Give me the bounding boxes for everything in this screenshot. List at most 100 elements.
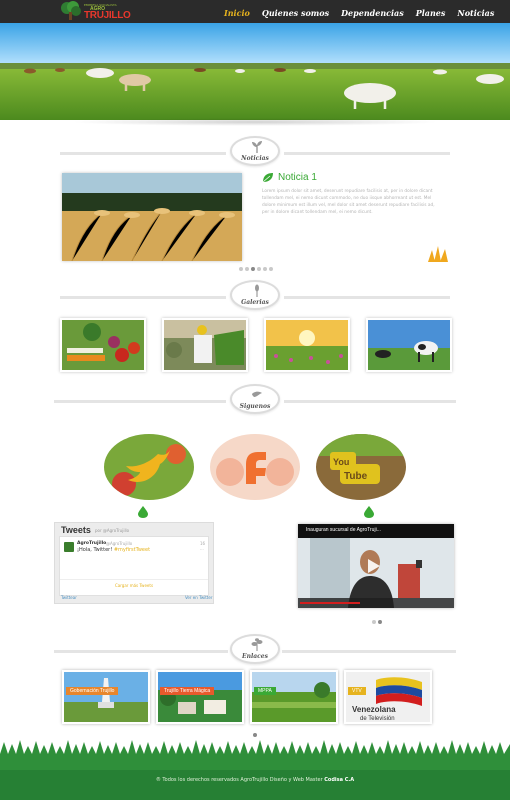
facebook-icon xyxy=(210,434,300,500)
twitter-link[interactable] xyxy=(104,434,194,500)
carousel-dot[interactable] xyxy=(257,267,261,271)
gallery-item-farmer[interactable] xyxy=(162,318,248,372)
links-section-badge: Enlaces xyxy=(230,634,280,664)
svg-text:You: You xyxy=(333,457,349,467)
link-label: Gobernación Trujillo xyxy=(66,687,119,695)
section-divider xyxy=(284,152,450,155)
tweets-by-handle[interactable]: por @AgroTrujillo xyxy=(95,528,129,533)
news-title[interactable]: Noticia 1 xyxy=(278,172,317,183)
news-carousel-dots[interactable] xyxy=(239,267,273,271)
carousel-dot[interactable] xyxy=(251,267,255,271)
wheat-ear-icon xyxy=(255,284,259,297)
link-label: MPPA xyxy=(254,687,276,695)
wheat-field-image xyxy=(62,173,242,261)
footer-brand-link[interactable]: Codisa C.A xyxy=(324,777,354,783)
hero-shadow xyxy=(70,118,440,126)
farmer-image xyxy=(164,320,246,370)
tweet-author[interactable]: AgroTrujillo xyxy=(77,541,106,546)
svg-text:de Televisión: de Televisión xyxy=(360,716,395,722)
gallery-item-sunset-field[interactable] xyxy=(264,318,350,372)
gallery-item-cows[interactable] xyxy=(366,318,452,372)
tweet-text: ¡Hola, Twitter! xyxy=(77,547,114,553)
link-mppa[interactable]: MPPA xyxy=(250,670,338,724)
carousel-dot[interactable] xyxy=(245,267,249,271)
carousel-dot[interactable] xyxy=(239,267,243,271)
social-section-title: Siguenos xyxy=(239,403,271,410)
top-navigation-bar: EMPRESA SOCIALISTA AGRO TRUJILLO Inicio … xyxy=(0,0,510,23)
gallery-section-title: Galerias xyxy=(241,299,269,306)
drop-icon xyxy=(364,506,374,518)
farmland-image xyxy=(252,672,336,722)
monument-image xyxy=(64,672,148,722)
news-body: Lorem ipsum dolor sit amet, deserunt rep… xyxy=(262,189,435,215)
twitter-timeline-widget[interactable]: Tweets por @AgroTrujillo AgroTrujillo @A… xyxy=(54,522,214,604)
svg-text:Tube: Tube xyxy=(344,471,368,482)
agrotrujillo-logo[interactable]: EMPRESA SOCIALISTA AGRO TRUJILLO xyxy=(60,1,146,22)
section-divider xyxy=(282,650,456,653)
carousel-dot[interactable] xyxy=(253,733,257,737)
section-divider xyxy=(54,400,226,403)
wheat-icon xyxy=(428,246,448,262)
tweet-list: AgroTrujillo @AgroTrujillo 16 ... ¡Hola,… xyxy=(59,536,209,596)
section-divider xyxy=(54,650,228,653)
tweet-date[interactable]: 16 ... xyxy=(200,541,208,551)
news-photo[interactable] xyxy=(62,173,242,261)
cows-image xyxy=(368,320,450,370)
tweet-hashtag[interactable]: #myfirstTweet xyxy=(114,547,150,553)
youtube-link[interactable]: You Tube xyxy=(316,434,406,500)
youtube-icon: You Tube xyxy=(316,434,406,500)
social-section-badge: Siguenos xyxy=(230,384,280,414)
news-section-title: Noticias xyxy=(241,155,269,162)
carousel-dot[interactable] xyxy=(372,620,376,624)
links-section-title: Enlaces xyxy=(242,653,268,660)
section-divider xyxy=(284,296,450,299)
load-more-tweets-button[interactable]: Cargar más Tweets xyxy=(60,579,208,588)
links-carousel-dots[interactable] xyxy=(253,733,257,737)
link-vtv[interactable]: Venezolana de Televisión VTV xyxy=(344,670,432,724)
sunset-field-image xyxy=(266,320,348,370)
tree-icon xyxy=(61,1,81,20)
leaves-icon xyxy=(251,638,263,651)
vtv-logo-image: Venezolana de Televisión xyxy=(346,672,430,722)
nav-item-planes[interactable]: Planes xyxy=(416,8,446,18)
nav-item-quienes-somos[interactable]: Quienes somos xyxy=(262,8,329,18)
link-label: VTV xyxy=(348,687,366,695)
news-section-badge: Noticias xyxy=(230,136,280,166)
carousel-dot[interactable] xyxy=(269,267,273,271)
tweets-title: Tweets xyxy=(61,525,91,535)
view-on-twitter-link[interactable]: Ver en Twitter xyxy=(185,595,212,600)
bird-icon xyxy=(252,391,262,397)
video-title[interactable]: Inauguran sucursal de AgroTruji... xyxy=(306,527,381,533)
sprout-icon xyxy=(252,141,262,153)
youtube-video-player[interactable]: Inauguran sucursal de AgroTruji... xyxy=(298,524,454,608)
nav-item-dependencias[interactable]: Dependencias xyxy=(341,8,404,18)
video-thumbnail xyxy=(298,524,454,608)
gallery-section-badge: Galerias xyxy=(230,280,280,310)
tweet-handle[interactable]: @AgroTrujillo xyxy=(106,541,132,546)
nav-item-noticias[interactable]: Noticias xyxy=(457,8,494,18)
facebook-link[interactable] xyxy=(210,434,300,500)
video-carousel-dots[interactable] xyxy=(372,620,382,624)
link-trujillo-tierra-magica[interactable]: Trujillo Tierra Mágica xyxy=(156,670,244,724)
section-divider xyxy=(60,152,226,155)
carousel-dot[interactable] xyxy=(263,267,267,271)
carousel-dot[interactable] xyxy=(378,620,382,624)
vegetables-image xyxy=(62,320,144,370)
section-divider xyxy=(60,296,226,299)
town-image xyxy=(158,672,242,722)
gallery-item-vegetables[interactable] xyxy=(60,318,146,372)
twitter-icon xyxy=(104,434,194,500)
pasture-cattle-image xyxy=(0,23,510,120)
footer-copyright: ® Todos los derechos reservados AgroTruj… xyxy=(0,777,510,783)
tweet-compose-link[interactable]: Twittear xyxy=(61,595,77,600)
footer-text: ® Todos los derechos reservados AgroTruj… xyxy=(155,777,325,783)
tweet-message: ¡Hola, Twitter! #myfirstTweet xyxy=(77,547,150,553)
avatar[interactable] xyxy=(64,542,74,552)
section-divider xyxy=(284,400,456,403)
main-nav: Inicio Quienes somos Dependencias Planes… xyxy=(224,8,506,18)
leaf-icon xyxy=(262,173,273,183)
grass-footer xyxy=(0,740,510,800)
link-gobernacion-trujillo[interactable]: Gobernación Trujillo xyxy=(62,670,150,724)
nav-item-inicio[interactable]: Inicio xyxy=(224,8,250,18)
drop-icon xyxy=(138,506,148,518)
